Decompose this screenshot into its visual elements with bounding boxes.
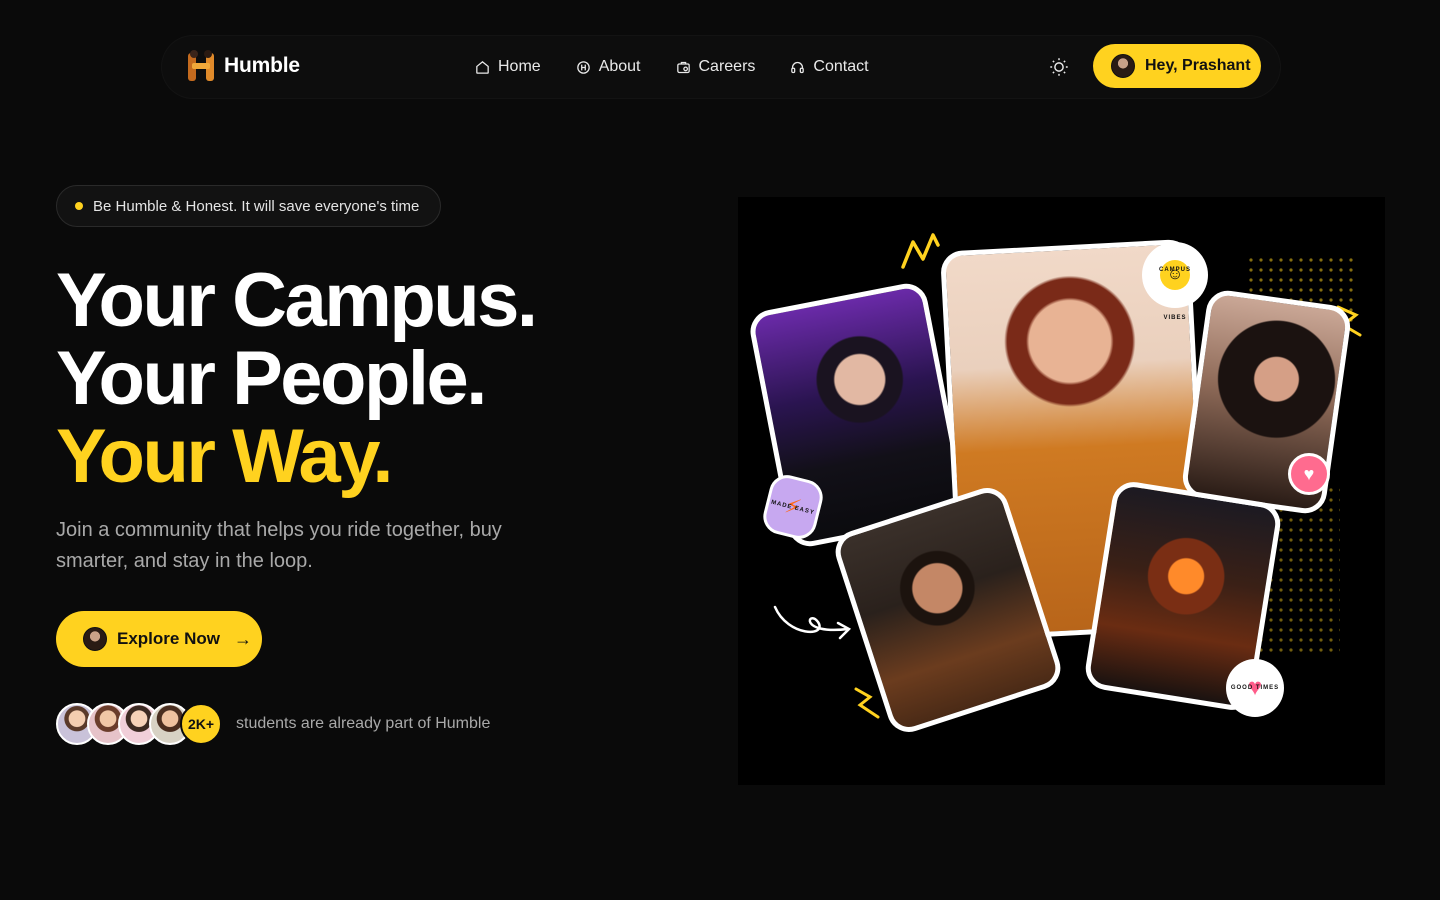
campus-vibes-label: CAMPUS VIBES [1158,267,1191,321]
heart-sticker: ♥ [1288,453,1330,495]
nav-contact[interactable]: Contact [789,58,869,76]
campus-vibes-sticker: ☺ CAMPUS VIBES [1142,242,1208,321]
good-times-label: GOOD TIMES [1230,685,1280,691]
navbar: Humble Home About Careers Contact Hey, P… [162,36,1280,98]
hero-collage: ☺ CAMPUS VIBES ⚡ MADE EASY ♥ ♥ GOOD TIME… [738,197,1385,785]
nav-careers-label: Careers [698,58,756,75]
headline-line-3: Your Way. [56,414,394,499]
headline-line-1: Your Campus. [56,258,538,343]
theme-toggle-button[interactable] [1048,56,1070,78]
nav-about[interactable]: About [575,58,641,76]
hero-headline: Your Campus. Your People. Your Way. [56,258,538,499]
avatar-stack: 2K+ [56,703,222,745]
member-count-badge: 2K+ [180,703,222,745]
cta-label: Explore Now [117,629,220,648]
nav-about-label: About [598,58,641,75]
social-proof-text: students are already part of Humble [236,715,491,732]
nav-contact-label: Contact [813,58,869,75]
nav-links: Home About Careers Contact [474,36,869,98]
sun-icon [1050,58,1068,76]
brand-logo[interactable]: Humble [186,49,300,83]
headset-icon [791,61,805,73]
hero-subtext: Join a community that helps you ride tog… [56,519,502,572]
user-profile-button[interactable]: Hey, Prashant [1093,44,1261,88]
social-proof: 2K+ students are already part of Humble [56,703,490,745]
about-icon [576,60,590,74]
tagline-text: Be Humble & Honest. It will save everyon… [93,197,420,215]
explore-now-button[interactable]: Explore Now → [56,611,262,667]
tagline-pill: Be Humble & Honest. It will save everyon… [56,185,441,227]
user-avatar [1111,54,1135,78]
cta-avatar [83,627,107,651]
logo-icon [186,49,216,83]
arrow-right-icon: → [233,628,252,649]
home-icon [476,60,489,74]
nav-home-label: Home [498,58,541,75]
nav-home[interactable]: Home [474,58,541,76]
nav-careers[interactable]: Careers [675,58,756,76]
heart-icon: ♥ [1303,463,1315,484]
briefcase-icon [676,61,690,73]
tagline-dot-icon [75,202,83,210]
good-times-sticker: ♥ GOOD TIMES [1226,659,1284,717]
brand-name: Humble [224,54,300,77]
user-greeting: Hey, Prashant [1145,57,1251,74]
headline-line-2: Your People. [56,336,487,421]
